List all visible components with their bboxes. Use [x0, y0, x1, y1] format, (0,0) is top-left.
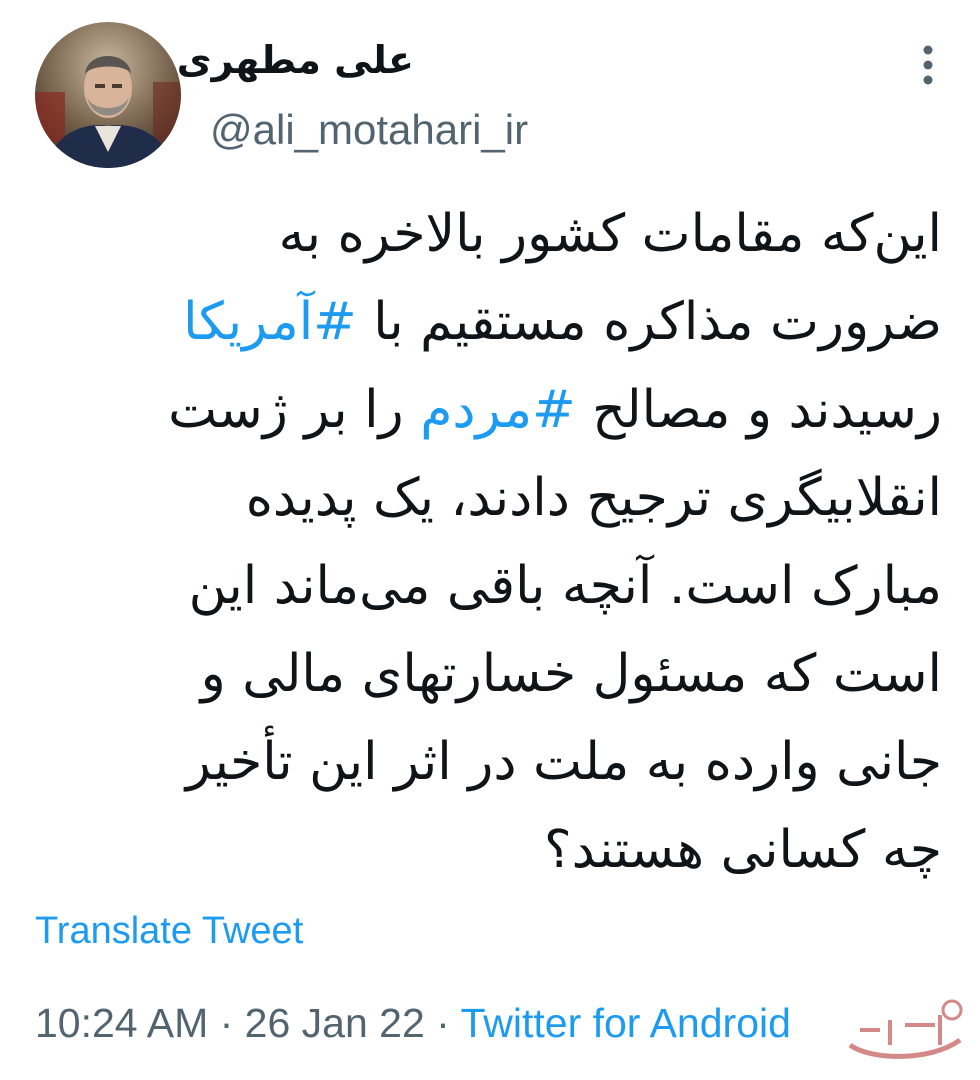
tweet-source-link[interactable]: Twitter for Android — [460, 1000, 790, 1046]
site-logo-watermark-icon — [840, 990, 970, 1070]
tweet-text-segment: چه کسانی هستند؟ — [544, 820, 942, 880]
tweet-body: این‌که مقامات کشور بالاخره به ضرورت مذاکر… — [62, 190, 942, 894]
translate-tweet-link[interactable]: Translate Tweet — [35, 910, 303, 953]
tweet-text-line: رسیدند و مصالح #مردم را بر ژست — [62, 366, 942, 454]
tweet-text-segment: انقلابیگری ترجیح دادند، یک پدیده — [245, 468, 942, 528]
tweet-text-line: انقلابیگری ترجیح دادند، یک پدیده — [62, 454, 942, 542]
author-avatar[interactable] — [35, 22, 181, 168]
tweet-text-segment: رسیدند و مصالح — [575, 380, 942, 440]
meta-separator-2: · — [424, 1000, 461, 1046]
author-handle[interactable]: @ali_motahari_ir — [210, 106, 528, 154]
tweet-text-line: ضرورت مذاکره مستقیم با #آمریکا — [62, 278, 942, 366]
more-vertical-icon — [923, 45, 933, 85]
tweet-text-segment: را بر ژست — [168, 380, 421, 440]
author-display-name[interactable]: علی مطهری — [177, 38, 414, 82]
hashtag-link[interactable]: #آمریکا — [183, 292, 357, 352]
tweet-time[interactable]: 10:24 AM — [35, 1000, 208, 1046]
tweet-text-segment: این‌که مقامات کشور بالاخره به — [278, 204, 942, 264]
profile-photo-icon — [35, 22, 181, 168]
tweet-text-line: جانی وارده به ملت در اثر این تأخیر — [62, 718, 942, 806]
tweet-text-line: است که مسئول خسارتهای مالی و — [62, 630, 942, 718]
tweet-text-segment: جانی وارده به ملت در اثر این تأخیر — [185, 732, 942, 792]
tweet-text-segment: مبارک است. آنچه باقی می‌ماند این — [188, 556, 942, 616]
more-options-button[interactable] — [908, 38, 948, 92]
tweet-text-line: چه کسانی هستند؟ — [62, 806, 942, 894]
tweet-text-segment: است که مسئول خسارتهای مالی و — [200, 644, 942, 704]
tweet-text-line: مبارک است. آنچه باقی می‌ماند این — [62, 542, 942, 630]
hashtag-link[interactable]: #مردم — [420, 380, 575, 440]
meta-separator: · — [208, 1000, 245, 1046]
tweet-card: علی مطهری @ali_motahari_ir این‌که مقامات… — [0, 0, 980, 1080]
tweet-date[interactable]: 26 Jan 22 — [245, 1000, 425, 1046]
tweet-text-segment: ضرورت مذاکره مستقیم با — [356, 292, 942, 352]
tweet-text-line: این‌که مقامات کشور بالاخره به — [62, 190, 942, 278]
tweet-metadata: 10:24 AM · 26 Jan 22 · Twitter for Andro… — [35, 1000, 791, 1047]
